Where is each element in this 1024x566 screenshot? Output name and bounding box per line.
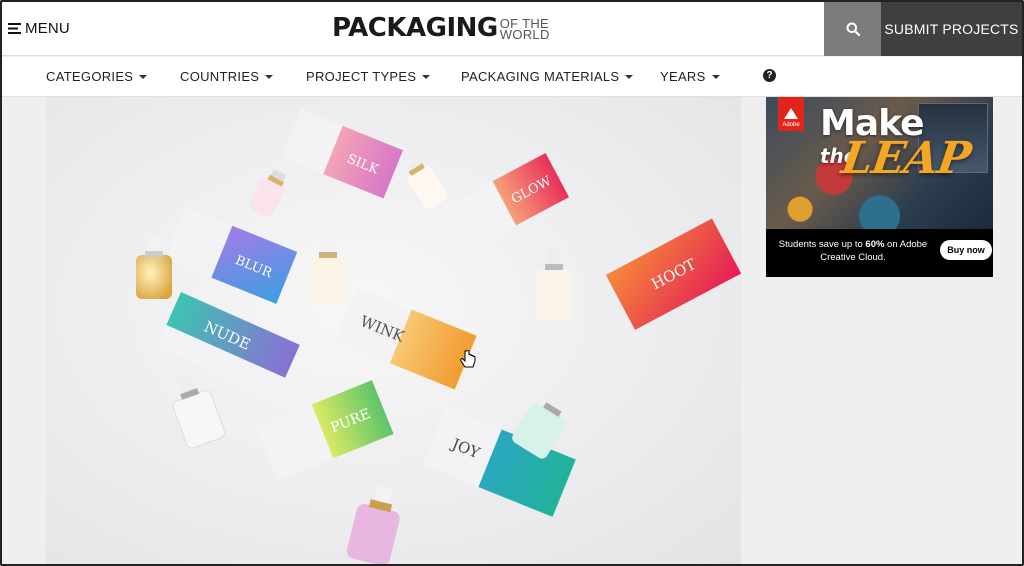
submit-projects-button[interactable]: SUBMIT PROJECTS — [881, 2, 1022, 56]
question-circle-icon[interactable]: ? — [763, 69, 776, 82]
product-photo: SILK GLOW BLUR NUDE WINK HOOT PURE JOY — [136, 109, 741, 564]
nav-project-types[interactable]: PROJECT TYPES — [306, 69, 431, 84]
nav-packaging-materials[interactable]: PACKAGING MATERIALS — [461, 69, 634, 84]
caret-down-icon — [139, 75, 148, 79]
box-blur: BLUR — [165, 207, 298, 304]
browser-frame: MENU PACKAGING OF THE WORLD SUBMIT PROJE… — [0, 0, 1024, 566]
logo-main-text: PACKAGING — [332, 13, 498, 43]
site-header: MENU PACKAGING OF THE WORLD SUBMIT PROJE… — [2, 2, 1022, 56]
box-wink: WINK — [334, 287, 477, 390]
nav-label: PACKAGING MATERIALS — [461, 69, 620, 84]
adobe-logo-tag: Adobe — [778, 97, 804, 131]
adobe-brand: Adobe — [782, 122, 800, 128]
box-silk: SILK — [281, 109, 403, 199]
search-button[interactable] — [824, 2, 881, 56]
caret-down-icon — [422, 75, 431, 79]
nav-label: PROJECT TYPES — [306, 69, 417, 84]
box-glow: GLOW — [444, 153, 570, 252]
nav-years[interactable]: YEARS — [660, 69, 720, 84]
box-nude: NUDE — [156, 292, 300, 400]
menu-button[interactable]: MENU — [8, 18, 70, 38]
hamburger-icon — [8, 22, 21, 34]
nav-countries[interactable]: COUNTRIES — [180, 69, 274, 84]
ad-copy-prefix: Students save up to — [778, 239, 866, 250]
nav-label: COUNTRIES — [180, 69, 260, 84]
ad-copy-bold: 60% — [865, 239, 885, 250]
logo-sub-text: OF THE WORLD — [499, 17, 550, 43]
nav-label: CATEGORIES — [46, 69, 134, 84]
buy-now-button[interactable]: Buy now — [940, 240, 992, 260]
search-icon — [846, 22, 860, 36]
hand-pointer-icon — [460, 350, 476, 368]
adobe-ad-banner[interactable]: Adobe Make the LEAP Students save up to … — [766, 97, 993, 277]
caret-down-icon — [265, 75, 274, 79]
ad-copy: Students save up to 60% on Adobe Creativ… — [778, 238, 928, 264]
menu-label: MENU — [25, 19, 70, 37]
caret-down-icon — [711, 75, 720, 79]
project-hero-image[interactable]: SILK GLOW BLUR NUDE WINK HOOT PURE JOY — [46, 97, 741, 564]
box-hoot: HOOT — [606, 218, 741, 330]
caret-down-icon — [625, 75, 634, 79]
adobe-icon — [784, 108, 798, 119]
nav-categories[interactable]: CATEGORIES — [46, 69, 148, 84]
nav-label: YEARS — [660, 69, 706, 84]
logo-sub-line2: WORLD — [499, 27, 550, 42]
category-nav: CATEGORIES COUNTRIES PROJECT TYPES PACKA… — [2, 57, 1022, 97]
site-logo[interactable]: PACKAGING OF THE WORLD — [332, 13, 550, 43]
ad-headline-leap: LEAP — [838, 133, 974, 184]
